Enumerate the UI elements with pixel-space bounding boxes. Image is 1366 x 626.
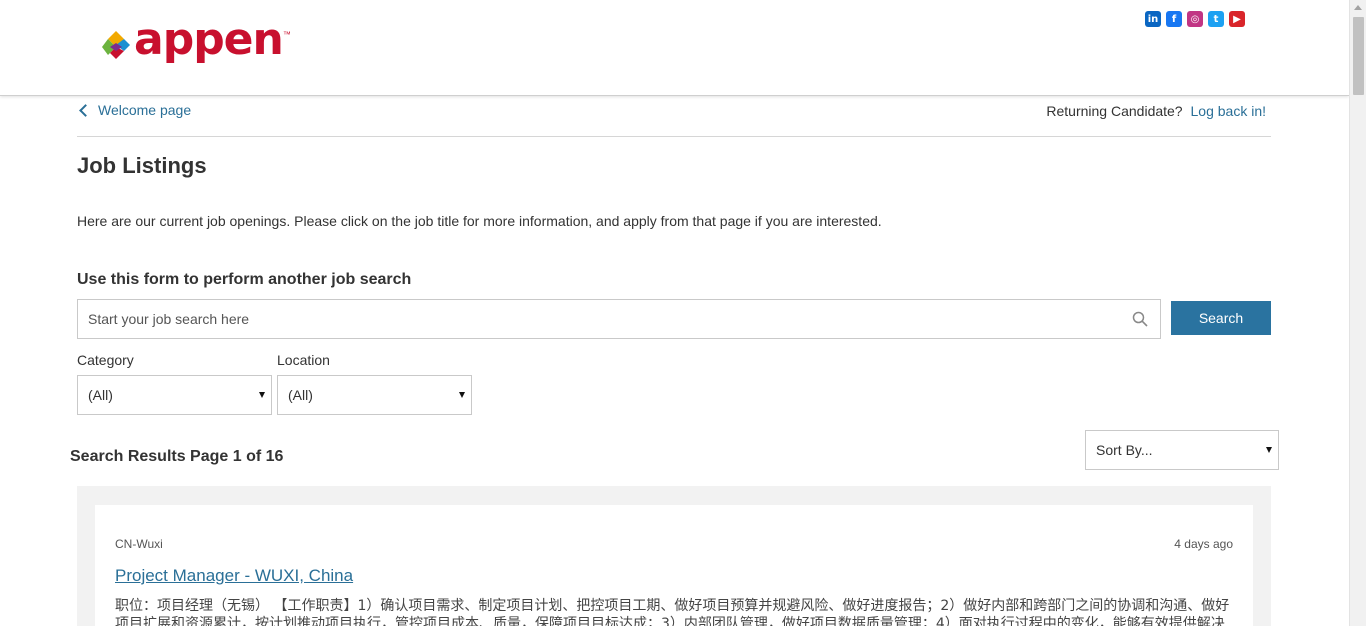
category-selected-value: (All) [88,387,113,403]
results-panel: CN-Wuxi 4 days ago Project Manager - WUX… [77,486,1271,626]
search-button[interactable]: Search [1171,301,1271,335]
dropdown-arrow-icon [1266,447,1272,453]
job-posted-date: 4 days ago [1174,537,1233,551]
facebook-icon[interactable]: f [1166,11,1182,27]
search-icon[interactable] [1132,311,1148,327]
location-label: Location [277,352,330,368]
dropdown-arrow-icon [459,392,465,398]
returning-candidate-label: Returning Candidate? [1046,103,1183,119]
search-form-title: Use this form to perform another job sea… [77,271,412,288]
social-links: in f ◎ t ▶ [1145,11,1245,27]
job-search-input[interactable] [78,300,1160,338]
sort-selected-value: Sort By... [1096,442,1153,458]
location-select[interactable]: (All) [277,375,472,415]
location-selected-value: (All) [288,387,313,403]
instagram-icon[interactable]: ◎ [1187,11,1203,27]
twitter-icon[interactable]: t [1208,11,1224,27]
job-location: CN-Wuxi [115,537,163,551]
returning-candidate: Returning Candidate? Log back in! [1046,103,1266,119]
page-scrollbar[interactable] [1349,0,1366,626]
search-box [77,299,1161,339]
logo-wordmark: appen [134,14,284,65]
job-description: 职位：项目经理（无锡） 【工作职责】1）确认项目需求、制定项目计划、把控项目工期… [115,598,1230,626]
site-header: appen ™ in f ◎ t ▶ [0,0,1349,96]
top-nav-bar: Welcome page Returning Candidate? Log ba… [77,96,1271,137]
log-back-in-link[interactable]: Log back in! [1191,103,1267,119]
job-card: CN-Wuxi 4 days ago Project Manager - WUX… [95,505,1253,626]
welcome-page-label: Welcome page [98,102,192,118]
intro-text: Here are our current job openings. Pleas… [77,213,882,229]
chevron-left-icon [79,103,92,117]
sort-by-select[interactable]: Sort By... [1085,430,1279,470]
logo-trademark: ™ [282,30,291,39]
search-results-title: Search Results Page 1 of 16 [70,448,284,465]
appen-logo[interactable]: appen ™ [100,18,291,62]
linkedin-icon[interactable]: in [1145,11,1161,27]
youtube-icon[interactable]: ▶ [1229,11,1245,27]
scroll-up-arrow-icon[interactable] [1354,5,1362,10]
page-title: Job Listings [77,153,207,178]
main-content: Welcome page Returning Candidate? Log ba… [77,96,1271,415]
category-label: Category [77,352,134,368]
welcome-page-link[interactable]: Welcome page [77,102,191,118]
category-select[interactable]: (All) [77,375,272,415]
logo-diamond-icon [102,31,130,59]
dropdown-arrow-icon [259,392,265,398]
scroll-thumb[interactable] [1353,17,1364,95]
job-title-link[interactable]: Project Manager - WUXI, China [115,566,353,586]
